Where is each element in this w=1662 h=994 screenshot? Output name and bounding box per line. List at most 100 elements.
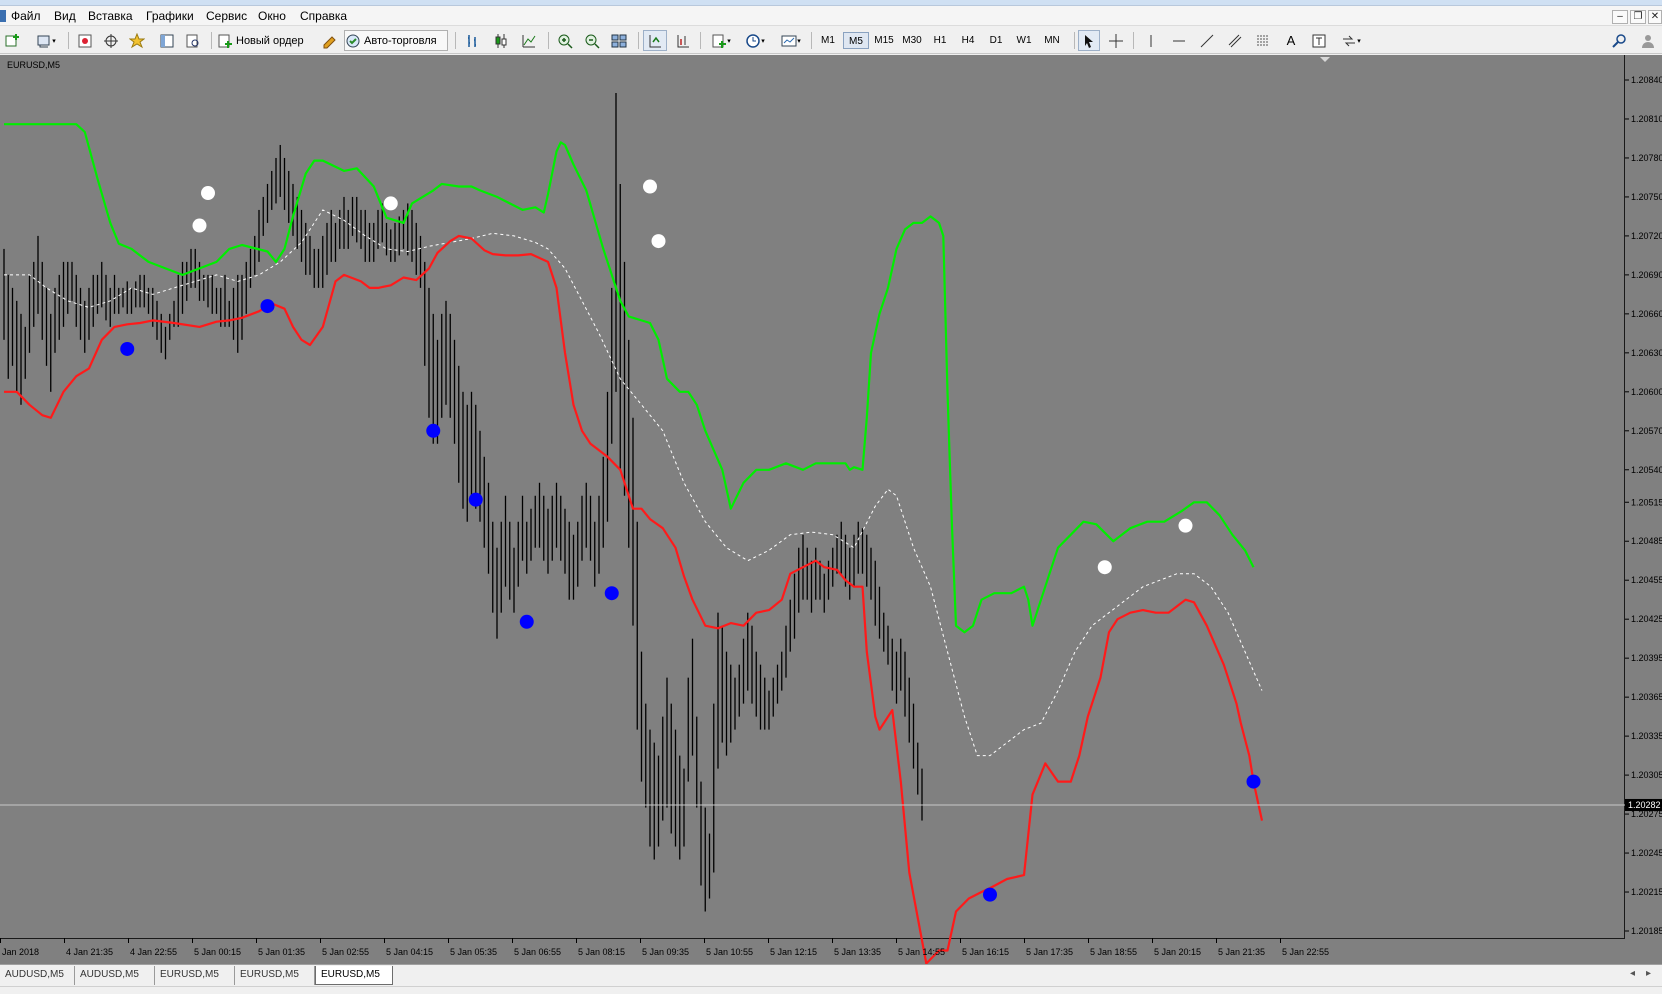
horizontal-line-icon [1173,40,1185,41]
text-label-icon [1312,34,1326,47]
menu-item-window[interactable]: Окно [258,9,286,23]
price-tick-label: 1.20395 [1631,653,1662,663]
menu-item-file[interactable]: Файл [11,9,41,23]
buy-signal-dot [468,492,483,507]
zoom-in-button[interactable] [553,30,577,51]
chart-tab-audusd-m5[interactable]: AUDUSD,M5 [75,966,155,985]
trendline-tool-button[interactable] [1196,30,1218,51]
menu-bar: Файл Вид Вставка Графики Сервис Окно Спр… [0,6,1662,26]
close-button[interactable]: ✕ [1648,10,1662,24]
restore-button[interactable]: ❐ [1630,10,1646,24]
price-tick-label: 1.20660 [1631,309,1662,319]
candlestick-button[interactable] [489,30,513,51]
menu-item-help[interactable]: Справка [300,9,347,23]
sell-signal-dot [1097,560,1112,575]
new-chart-icon [5,33,19,46]
price-tick-label: 1.20630 [1631,348,1662,358]
bar-chart-icon [468,34,476,47]
timeframe-d1[interactable]: D1 [983,32,1009,49]
favorites-button[interactable] [126,30,148,51]
time-tick-label: 5 Jan 02:55 [322,947,369,957]
toolbar-separator [638,32,639,49]
timeframe-m15[interactable]: M15 [871,32,897,49]
horizontal-line-tool-button[interactable] [1168,30,1190,51]
expert-button[interactable] [318,30,340,51]
price-chart[interactable]: 1.20840 1.20810 1.20780 1.20750 1.20720 1.206… [0,55,1662,964]
market-watch-button[interactable] [74,30,96,51]
new-chart-button[interactable] [0,30,24,51]
chart-tab-eurusd-m5-active[interactable]: EURUSD,M5 [315,966,393,985]
tabs-scroll-right-icon[interactable]: ▸ [1646,968,1651,979]
time-tick-label: 5 Jan 06:55 [514,947,561,957]
tile-windows-button[interactable] [607,30,631,51]
timeframe-w1[interactable]: W1 [1011,32,1037,49]
bar-chart-button[interactable] [461,30,485,51]
sell-signal-dot [643,179,657,194]
price-tick-label: 1.20485 [1631,536,1662,546]
auto-trading-label: Авто-торговля [364,34,437,47]
menu-item-charts[interactable]: Графики [146,9,194,23]
crosshair-compass-icon [104,33,118,48]
periods-button[interactable]: ▾ [740,30,770,51]
text-label-tool-button[interactable] [1308,30,1330,51]
cursor-tool-button[interactable] [1078,30,1100,51]
time-tick-label: 4 Jan 22:55 [130,947,177,957]
timeframe-m5[interactable]: M5 [843,32,869,49]
trendline-icon [1200,34,1214,47]
sell-signal-dot [383,196,398,211]
fibonacci-tool-button[interactable] [1252,30,1274,51]
candlestick-icon [495,33,507,48]
template-icon [781,35,797,46]
zoom-out-button[interactable] [580,30,604,51]
auto-scroll-button[interactable] [643,30,667,51]
line-chart-button[interactable] [517,30,541,51]
auto-trading-button[interactable]: Авто-торговля [344,30,448,51]
chart-shift-icon [677,34,689,47]
sell-signal-dot [1178,518,1193,533]
crosshair-tool-button[interactable] [1105,30,1127,51]
buy-signal-dot [519,614,534,629]
timeframe-h4[interactable]: H4 [955,32,981,49]
time-tick-label: 5 Jan 22:55 [1282,947,1329,957]
menu-item-view[interactable]: Вид [54,9,76,23]
plot-area [0,55,1625,938]
search-button[interactable] [1608,30,1630,51]
profiles-button[interactable]: ▾ [32,30,60,51]
timeframe-h1[interactable]: H1 [927,32,953,49]
price-tick-label: 1.20515 [1631,497,1662,507]
minimize-button[interactable]: – [1612,10,1628,24]
equidistant-channel-tool-button[interactable] [1224,30,1246,51]
data-window-button[interactable] [156,30,178,51]
timeframe-m30[interactable]: M30 [899,32,925,49]
templates-button[interactable]: ▾ [776,30,806,51]
navigator-button[interactable] [100,30,122,51]
chart-shift-button[interactable] [671,30,695,51]
vertical-line-tool-button[interactable] [1140,30,1162,51]
toolbar-separator [811,32,812,49]
tester-button[interactable] [182,30,204,51]
new-order-button[interactable]: Новый ордер [217,30,313,51]
time-tick-label: 5 Jan 01:35 [258,947,305,957]
chart-tab-eurusd-m5[interactable]: EURUSD,M5 [235,966,315,985]
time-tick-label: Jan 2018 [2,947,39,957]
zoom-out-icon [585,34,600,49]
menu-item-insert[interactable]: Вставка [88,9,133,23]
time-tick-label: 5 Jan 04:15 [386,947,433,957]
chart-tab-eurusd-m5[interactable]: EURUSD,M5 [155,966,235,985]
time-tick-label: 5 Jan 14:55 [898,947,945,957]
chart-tabs-bar: AUDUSD,M5 AUDUSD,M5 EURUSD,M5 EURUSD,M5 … [0,964,1662,986]
timeframe-m1[interactable]: M1 [815,32,841,49]
community-button[interactable] [1636,30,1660,51]
text-tool-button[interactable]: A [1280,30,1302,51]
chart-window[interactable]: 1.20840 1.20810 1.20780 1.20750 1.20720 1.206… [0,55,1662,968]
buy-signal-dot [260,299,275,314]
chart-tab-audusd-m5[interactable]: AUDUSD,M5 [0,966,75,985]
market-watch-icon [78,34,92,47]
tabs-scroll-left-icon[interactable]: ◂ [1630,968,1635,979]
fibonacci-icon [1257,35,1269,45]
arrows-tool-button[interactable]: ▾ [1336,30,1366,51]
indicators-button[interactable]: ▾ [706,30,736,51]
vertical-line-icon [1150,34,1152,47]
timeframe-mn[interactable]: MN [1039,32,1065,49]
menu-item-tools[interactable]: Сервис [206,9,247,23]
